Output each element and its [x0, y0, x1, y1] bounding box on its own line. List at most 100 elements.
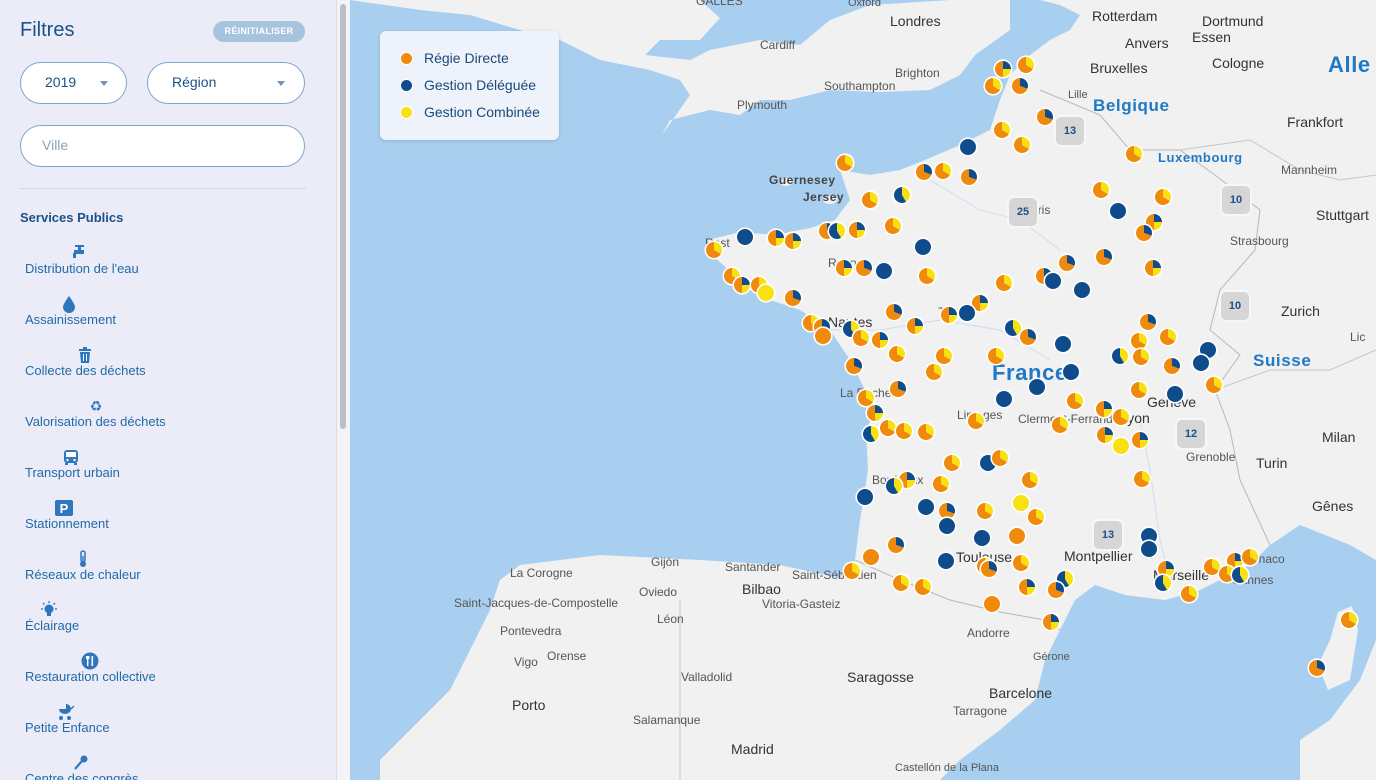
year-select[interactable]: 2019 [20, 62, 127, 104]
pie-marker[interactable] [827, 221, 847, 241]
pie-marker[interactable] [1057, 253, 1077, 273]
pie-marker[interactable] [913, 237, 933, 257]
service-centre-congres[interactable]: Centre des congrès [25, 754, 325, 780]
pie-marker[interactable] [1153, 187, 1173, 207]
pie-marker[interactable] [732, 275, 752, 295]
pie-marker[interactable] [1108, 201, 1128, 221]
pie-marker[interactable] [894, 421, 914, 441]
pie-marker[interactable] [891, 573, 911, 593]
pie-marker[interactable] [860, 190, 880, 210]
pie-marker[interactable] [1162, 356, 1182, 376]
pie-marker[interactable] [937, 516, 957, 536]
cluster-marker[interactable]: 12 [1175, 418, 1207, 450]
pie-marker[interactable] [1111, 436, 1131, 456]
pie-marker[interactable] [861, 547, 881, 567]
service-transport-urbain[interactable]: Transport urbain [25, 448, 325, 492]
pie-marker[interactable] [1011, 553, 1031, 573]
city-input[interactable]: Ville [20, 125, 305, 167]
pie-marker[interactable] [966, 411, 986, 431]
pie-marker[interactable] [1043, 271, 1063, 291]
pie-marker[interactable] [982, 594, 1002, 614]
pie-marker[interactable] [1138, 312, 1158, 332]
region-select[interactable]: Région [147, 62, 305, 104]
pie-marker[interactable] [1011, 493, 1031, 513]
cluster-marker[interactable]: 25 [1007, 196, 1039, 228]
pie-marker[interactable] [1230, 565, 1250, 585]
pie-marker[interactable] [1307, 658, 1327, 678]
pie-marker[interactable] [936, 551, 956, 571]
pie-marker[interactable] [1017, 577, 1037, 597]
pie-marker[interactable] [813, 326, 833, 346]
pie-marker[interactable] [1027, 377, 1047, 397]
pie-marker[interactable] [1020, 470, 1040, 490]
pie-marker[interactable] [958, 137, 978, 157]
pie-marker[interactable] [1134, 223, 1154, 243]
pie-marker[interactable] [1179, 584, 1199, 604]
pie-marker[interactable] [994, 389, 1014, 409]
service-assainissement[interactable]: Assainissement [25, 295, 325, 339]
reset-button[interactable]: RÉINITIALISER [213, 21, 305, 42]
pie-marker[interactable] [854, 258, 874, 278]
pie-marker[interactable] [994, 273, 1014, 293]
pie-marker[interactable] [1035, 107, 1055, 127]
sidebar-scroll-thumb[interactable] [340, 4, 346, 429]
cluster-marker[interactable]: 10 [1220, 184, 1252, 216]
pie-marker[interactable] [1143, 258, 1163, 278]
pie-marker[interactable] [1010, 76, 1030, 96]
cluster-marker[interactable]: 13 [1054, 115, 1086, 147]
pie-marker[interactable] [756, 283, 776, 303]
pie-marker[interactable] [993, 59, 1013, 79]
pie-marker[interactable] [979, 559, 999, 579]
pie-marker[interactable] [959, 167, 979, 187]
pie-marker[interactable] [983, 76, 1003, 96]
pie-marker[interactable] [1053, 334, 1073, 354]
pie-marker[interactable] [934, 346, 954, 366]
pie-marker[interactable] [1050, 415, 1070, 435]
pie-marker[interactable] [1132, 469, 1152, 489]
pie-marker[interactable] [1094, 399, 1114, 419]
pie-marker[interactable] [916, 422, 936, 442]
pie-marker[interactable] [913, 577, 933, 597]
pie-marker[interactable] [1018, 327, 1038, 347]
pie-marker[interactable] [1130, 430, 1150, 450]
pie-marker[interactable] [1124, 144, 1144, 164]
pie-marker[interactable] [865, 403, 885, 423]
pie-marker[interactable] [917, 266, 937, 286]
pie-marker[interactable] [972, 528, 992, 548]
pie-marker[interactable] [1129, 380, 1149, 400]
pie-marker[interactable] [887, 344, 907, 364]
pie-marker[interactable] [1110, 346, 1130, 366]
pie-marker[interactable] [884, 476, 904, 496]
pie-marker[interactable] [1061, 362, 1081, 382]
service-restauration-collective[interactable]: Restauration collective [25, 652, 325, 696]
pie-marker[interactable] [986, 346, 1006, 366]
cluster-marker[interactable]: 10 [1219, 290, 1251, 322]
pie-marker[interactable] [1165, 384, 1185, 404]
pie-marker[interactable] [1026, 507, 1046, 527]
service-distribution-eau[interactable]: Distribution de l'eau [25, 244, 325, 288]
pie-marker[interactable] [870, 330, 890, 350]
pie-marker[interactable] [883, 216, 903, 236]
pie-marker[interactable] [1091, 180, 1111, 200]
pie-marker[interactable] [886, 535, 906, 555]
pie-marker[interactable] [735, 227, 755, 247]
pie-marker[interactable] [924, 362, 944, 382]
pie-marker[interactable] [1065, 391, 1085, 411]
pie-marker[interactable] [990, 448, 1010, 468]
service-stationnement[interactable]: P Stationnement [25, 499, 325, 543]
pie-marker[interactable] [975, 501, 995, 521]
pie-marker[interactable] [766, 228, 786, 248]
pie-marker[interactable] [1153, 573, 1173, 593]
pie-marker[interactable] [1111, 407, 1131, 427]
pie-marker[interactable] [783, 288, 803, 308]
pie-marker[interactable] [1007, 526, 1027, 546]
pie-marker[interactable] [939, 305, 959, 325]
cluster-marker[interactable]: 13 [1092, 519, 1124, 551]
pie-marker[interactable] [834, 258, 854, 278]
pie-marker[interactable] [1046, 580, 1066, 600]
service-petite-enfance[interactable]: Petite Enfance [25, 703, 325, 747]
pie-marker[interactable] [874, 261, 894, 281]
service-collecte-dechets[interactable]: Collecte des déchets [25, 346, 325, 390]
pie-marker[interactable] [1012, 135, 1032, 155]
pie-marker[interactable] [1016, 55, 1036, 75]
